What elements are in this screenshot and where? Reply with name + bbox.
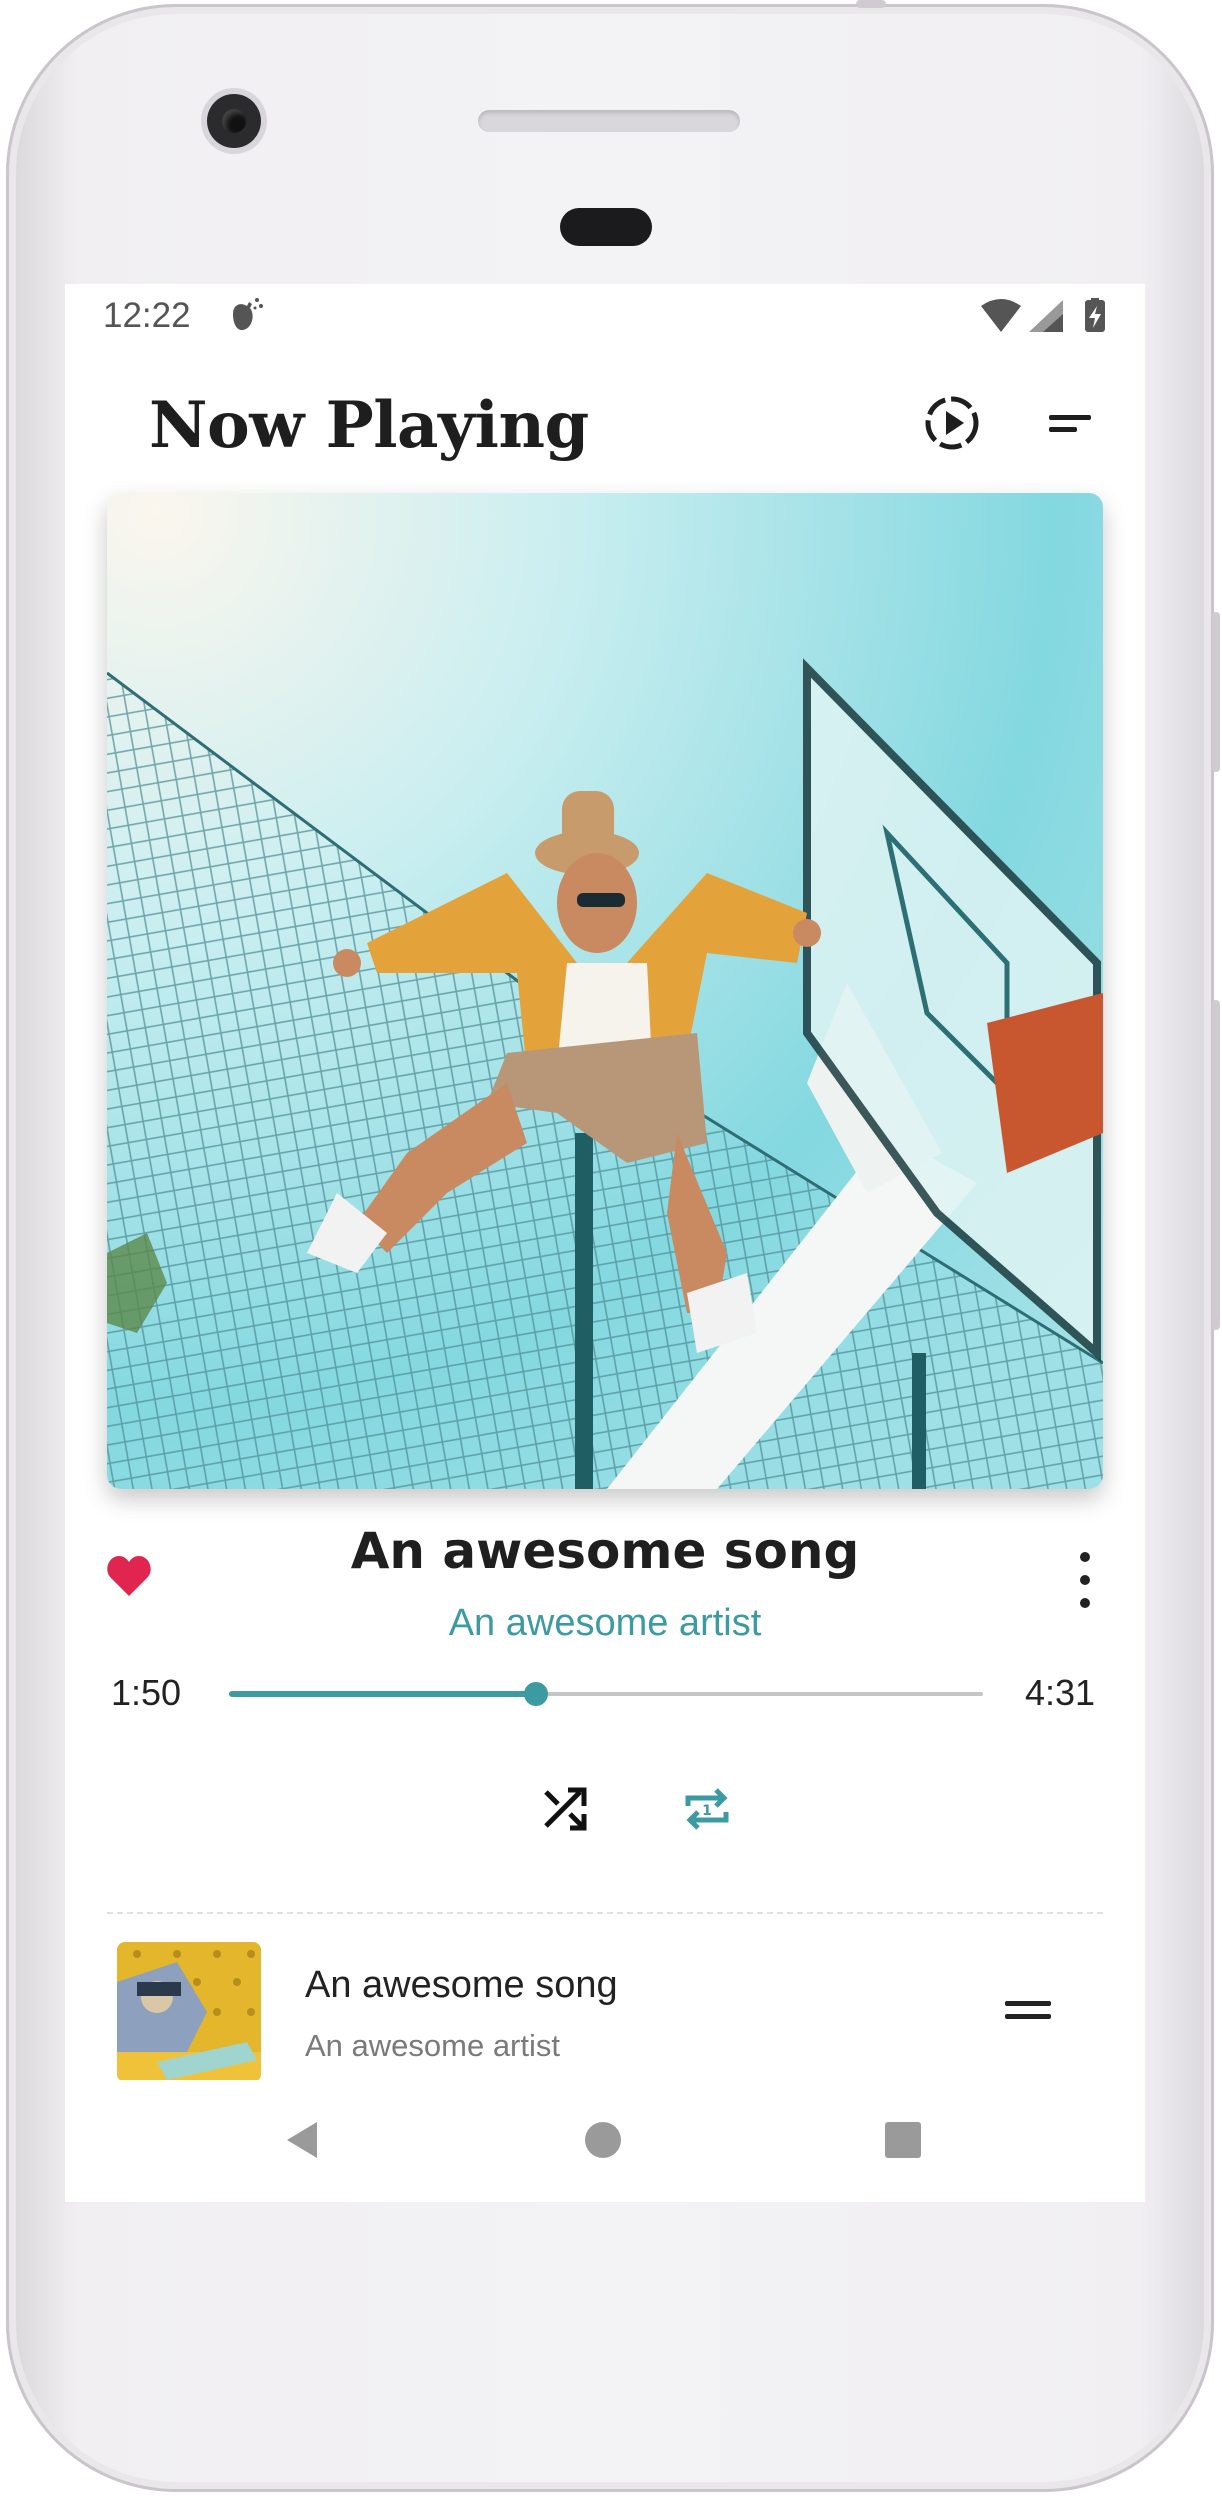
front-camera — [207, 94, 261, 148]
navigation-bar — [65, 2080, 1145, 2202]
menu-button[interactable] — [1037, 390, 1103, 456]
menu-lines-icon — [1049, 415, 1091, 432]
app-bar: Now Playing — [65, 350, 1145, 496]
song-title: An awesome song — [350, 1522, 860, 1580]
queue-item-title: An awesome song — [305, 1964, 618, 2006]
volume-button — [1212, 1000, 1220, 1330]
divider — [107, 1912, 1103, 1914]
more-vert-icon — [1080, 1552, 1090, 1562]
back-triangle-icon — [287, 2122, 317, 2158]
total-duration: 4:31 — [1025, 1672, 1096, 1713]
svg-text:1: 1 — [702, 1803, 712, 1819]
more-options-button[interactable] — [1065, 1552, 1105, 1608]
queue-button[interactable] — [919, 390, 985, 456]
shuffle-icon — [544, 1787, 587, 1831]
seek-progress — [229, 1691, 536, 1697]
album-art-image — [107, 493, 1103, 1489]
top-button — [856, 0, 886, 8]
seek-bar[interactable] — [229, 1680, 983, 1708]
repeat-button[interactable]: 1 — [677, 1779, 737, 1839]
screen: 12:22 Now Playing An awesome song An awe… — [65, 284, 1145, 2202]
shuffle-button[interactable] — [535, 1779, 595, 1839]
nav-back-button[interactable] — [273, 2110, 333, 2170]
phone-frame: 12:22 Now Playing An awesome song An awe… — [0, 0, 1222, 2498]
seek-thumb[interactable] — [523, 1682, 548, 1706]
repeat-one-icon: 1 — [685, 1788, 729, 1830]
queue-item-thumbnail — [117, 1942, 261, 2082]
proximity-sensor — [560, 208, 652, 246]
album-art — [107, 493, 1103, 1489]
wifi-icon — [981, 299, 1021, 332]
elapsed-time: 1:50 — [111, 1672, 182, 1713]
status-bar: 12:22 — [65, 284, 1145, 350]
nav-home-button[interactable] — [573, 2110, 633, 2170]
home-circle-icon — [585, 2122, 621, 2158]
status-icons — [981, 298, 1105, 332]
power-button — [1212, 612, 1220, 772]
drag-handle-icon[interactable] — [1005, 1990, 1051, 2030]
queue-item[interactable]: An awesome song An awesome artist — [65, 1940, 1145, 2084]
bug-notification-icon — [233, 298, 263, 331]
play-circle-dashed-icon — [925, 396, 979, 450]
nav-recents-button[interactable] — [873, 2110, 933, 2170]
page-title: Now Playing — [149, 388, 589, 463]
queue-item-artist: An awesome artist — [305, 2028, 560, 2063]
earpiece-speaker — [478, 110, 740, 132]
status-time: 12:22 — [103, 296, 191, 335]
recents-square-icon — [885, 2122, 921, 2158]
song-artist[interactable]: An awesome artist — [65, 1602, 1145, 1645]
